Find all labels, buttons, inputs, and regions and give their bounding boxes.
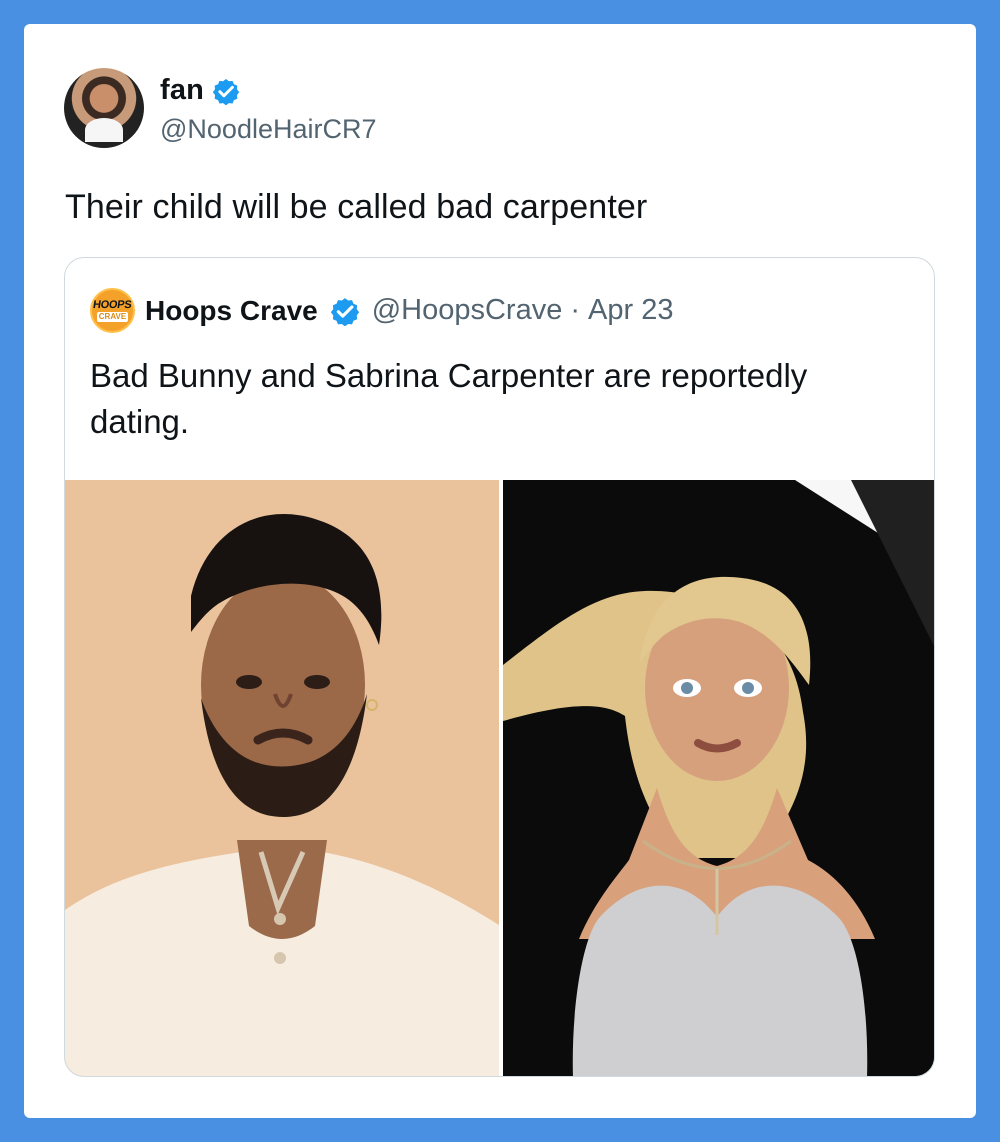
verified-icon [330,297,359,326]
quoted-date[interactable]: Apr 23 [588,294,673,327]
tweet-text: Their child will be called bad carpenter [65,188,648,226]
author-header: fan @NoodleHairCR7 [64,68,377,148]
post-card: fan @NoodleHairCR7 Their child will be c… [24,24,976,1118]
avatar-logo-top: HOOPS [92,298,133,311]
author-handle[interactable]: @NoodleHairCR7 [160,114,377,145]
verified-icon [212,78,240,105]
quoted-tweet-card[interactable]: HOOPS CRAVE Hoops Crave @HoopsCrave · Ap… [64,257,935,1077]
author-names: fan @NoodleHairCR7 [160,72,377,145]
woman-portrait-icon [503,480,934,1076]
author-name-row: fan [160,72,377,110]
man-portrait-icon [65,480,499,1076]
quoted-media-grid [65,480,934,1076]
bad-bunny-photo[interactable] [65,480,499,1076]
quoted-tweet-header: HOOPS CRAVE Hoops Crave @HoopsCrave · Ap… [90,288,673,333]
avatar-logo-bottom: CRAVE [96,311,129,322]
author-avatar[interactable] [64,68,144,148]
quoted-tweet-text: Bad Bunny and Sabrina Carpenter are repo… [90,357,808,440]
date-separator: · [570,294,581,326]
quoted-display-name[interactable]: Hoops Crave [145,295,318,327]
quoted-handle[interactable]: @HoopsCrave [372,294,563,327]
author-display-name[interactable]: fan [160,74,204,107]
sabrina-carpenter-photo[interactable] [503,480,934,1076]
hoops-crave-avatar[interactable]: HOOPS CRAVE [90,288,135,333]
